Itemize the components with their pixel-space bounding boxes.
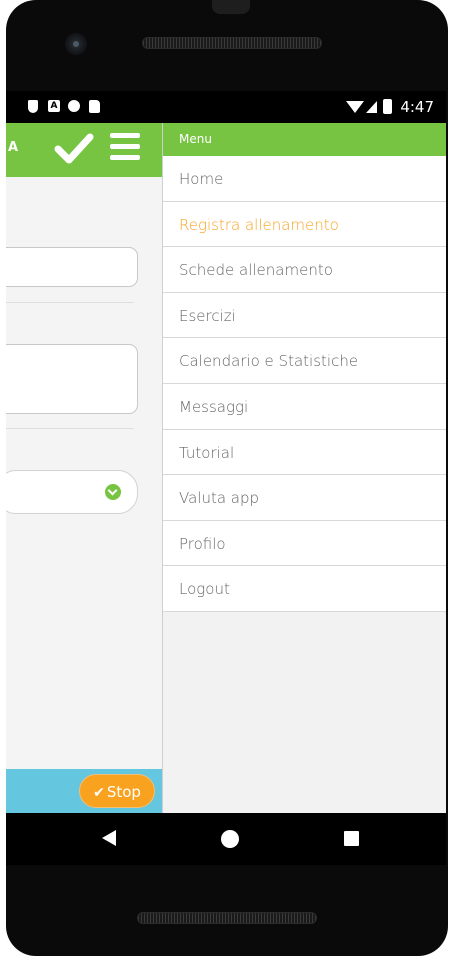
menu-item-profilo[interactable]: Profilo <box>163 520 446 567</box>
recent-apps-icon[interactable] <box>344 831 359 846</box>
front-camera <box>65 33 87 55</box>
chevron-down-circle-icon <box>105 484 121 500</box>
menu-item-esercizi[interactable]: Esercizi <box>163 292 446 339</box>
wifi-icon <box>346 101 364 113</box>
divider <box>6 302 134 303</box>
menu-item-calendario-statistiche[interactable]: Calendario e Statistiche <box>163 338 446 384</box>
navigation-drawer: Menu Home Registra allenamento Schede al… <box>162 123 446 813</box>
checkmark-icon <box>54 133 94 164</box>
menu-item-valuta-app[interactable]: Valuta app <box>163 475 446 521</box>
system-navigation-bar <box>6 813 446 865</box>
bottom-speaker <box>137 912 317 924</box>
menu-list: Home Registra allenamento Schede allenam… <box>163 156 446 612</box>
stop-button[interactable]: ✔ Stop <box>79 774 155 808</box>
hamburger-menu-button[interactable] <box>110 133 144 163</box>
menu-item-logout[interactable]: Logout <box>163 566 446 612</box>
checkmark-icon: ✔ <box>93 785 105 801</box>
app-bar: A <box>6 123 166 177</box>
notes-textarea[interactable] <box>6 344 138 414</box>
confirm-button[interactable] <box>54 131 94 167</box>
menu-item-tutorial[interactable]: Tutorial <box>163 429 446 476</box>
stop-button-label: Stop <box>106 783 141 801</box>
drawer-header: Menu <box>163 123 446 156</box>
back-icon[interactable] <box>102 830 116 846</box>
menu-item-messaggi[interactable]: Messaggi <box>163 383 446 430</box>
screen: A 4:47 A ✔ Stop Menu Home Registra allen… <box>6 91 446 813</box>
menu-item-home[interactable]: Home <box>163 156 446 202</box>
divider <box>6 428 134 429</box>
menu-item-registra-allenamento[interactable]: Registra allenamento <box>163 201 446 248</box>
sd-card-icon <box>89 100 100 113</box>
status-time: 4:47 <box>400 98 434 116</box>
top-notch <box>212 0 250 14</box>
earpiece-speaker <box>142 37 322 49</box>
record-icon <box>68 100 80 112</box>
a-icon: A <box>48 100 60 112</box>
phone-frame: A 4:47 A ✔ Stop Menu Home Registra allen… <box>6 0 448 956</box>
app-bar-title: A <box>8 140 19 155</box>
bottom-bar: ✔ Stop <box>6 769 166 813</box>
signal-icon <box>366 101 377 113</box>
workout-form <box>6 177 166 772</box>
shield-icon <box>28 100 38 113</box>
status-bar: A 4:47 <box>6 91 446 123</box>
select-dropdown[interactable] <box>6 470 138 514</box>
battery-charging-icon <box>383 99 392 114</box>
menu-item-schede-allenamento[interactable]: Schede allenamento <box>163 247 446 293</box>
home-icon[interactable] <box>221 830 239 848</box>
text-input-1[interactable] <box>6 247 138 287</box>
